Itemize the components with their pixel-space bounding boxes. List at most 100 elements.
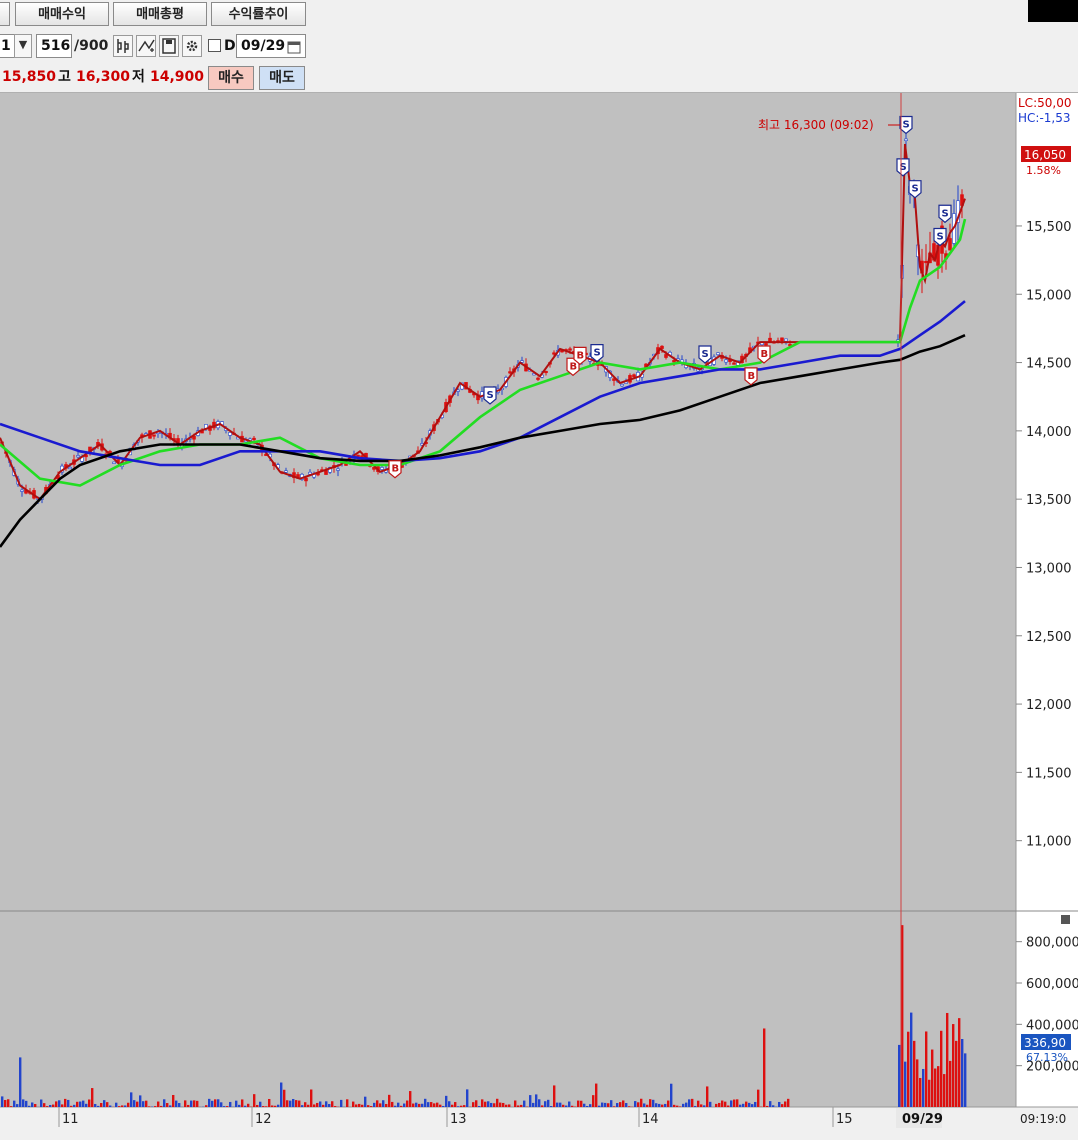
volume-bar [298,1101,300,1107]
volume-bar [694,1106,696,1107]
candle-body [381,467,384,469]
volume-bar [238,1105,240,1107]
candle-body [781,338,784,341]
volume-bar [154,1106,156,1107]
volume-bar [25,1101,27,1107]
volume-bar [196,1101,198,1107]
volume-bar [58,1100,60,1107]
high-price: 16,300 [76,66,130,88]
volume-bar [61,1104,63,1107]
volume-bar [166,1103,168,1107]
time-tick-label: 12 [255,1112,272,1127]
calendar-icon[interactable] [287,39,301,53]
volume-bar [745,1102,747,1107]
volume-bar [622,1100,624,1107]
volume-bar [208,1099,210,1107]
volume-bar [259,1102,261,1107]
trade-summary-button[interactable]: 매매총평 [113,2,207,26]
count-input[interactable]: 516 [36,34,72,58]
volume-bar [514,1101,516,1107]
volume-bar [679,1106,681,1107]
volume-bar [382,1100,384,1107]
volume-bar [478,1106,480,1107]
volume-bar [355,1104,357,1107]
gear-icon[interactable] [182,35,202,57]
volume-bar [229,1102,231,1107]
price-chart-svg[interactable]: SSSSSSSSBBBBB 15,50015,00014,50014,00013… [0,93,1078,1140]
volume-bar [520,1105,522,1107]
candle-body [633,375,636,377]
volume-bar [505,1105,507,1107]
candle-body [337,469,340,471]
candle-body [69,467,72,469]
volume-tick-label: 400,000 [1026,1018,1078,1033]
trade-marker-letter: S [942,208,949,219]
candle-body [113,462,116,464]
volume-bar [655,1103,657,1107]
trade-marker-letter: S [937,232,944,243]
volume-bar [157,1102,159,1107]
toolbar-edge-button[interactable] [0,2,10,26]
d-checkbox[interactable] [208,39,221,52]
volume-bar [397,1103,399,1107]
volume-bar [715,1104,717,1107]
volume-bar [286,1100,288,1107]
save-icon[interactable] [159,35,179,57]
d-label: D [224,35,236,57]
candle-body [21,490,24,492]
volume-bar [571,1106,573,1107]
volume-bar [643,1103,645,1107]
volume-bar [322,1105,324,1107]
volume-bar [262,1106,264,1107]
volume-bar [358,1104,360,1107]
volume-bar [625,1103,627,1107]
volume-bar [757,1090,759,1107]
volume-bar [400,1106,402,1107]
chart-area[interactable]: SSSSSSSSBBBBB 15,50015,00014,50014,00013… [0,93,1078,1140]
candle-body [621,384,624,386]
volume-bar [169,1105,171,1107]
volume-bar [4,1100,6,1107]
candle-settings-icon[interactable] [113,35,133,57]
volume-bar [439,1105,441,1107]
volume-bar [28,1106,30,1107]
volume-bar [748,1103,750,1107]
volume-bar [778,1102,780,1107]
volume-bar [163,1099,165,1107]
trade-profit-button[interactable]: 매매수익 [15,2,109,26]
candle-body [661,346,664,348]
dropdown-chevron-icon[interactable]: ▼ [14,34,32,58]
buy-button[interactable]: 매수 [208,66,254,90]
return-trend-button[interactable]: 수익률추이 [211,2,306,26]
candle-body [725,360,728,362]
volume-bar [577,1101,579,1107]
volume-bar [256,1105,258,1107]
volume-bar [907,1032,909,1107]
date-value: 09/29 [241,38,285,54]
volume-bar [172,1095,174,1107]
top-toolbar: 매매수익 매매총평 수익률추이 [0,0,1078,31]
volume-bar [244,1106,246,1107]
sell-button[interactable]: 매도 [259,66,305,90]
price-tick-label: 11,500 [1026,766,1072,781]
volume-bar [10,1106,12,1107]
volume-bar [484,1102,486,1107]
line-tool-icon[interactable] [136,35,156,57]
volume-bar [130,1092,132,1107]
volume-bar [685,1103,687,1107]
candle-body [925,261,928,263]
volume-bar [550,1106,552,1107]
volume-bar [766,1106,768,1107]
volume-bar [409,1091,411,1107]
volume-bar [370,1106,372,1107]
collapse-pane-icon[interactable] [1061,915,1070,924]
volume-bar [580,1101,582,1107]
volume-bar [406,1101,408,1107]
high-label: 고 [58,66,71,88]
volume-bar [34,1104,36,1107]
price-tick-label: 12,500 [1026,630,1072,645]
volume-bar [217,1099,219,1107]
volume-bar [106,1102,108,1107]
volume-bar [763,1028,765,1107]
volume-bar [664,1104,666,1107]
